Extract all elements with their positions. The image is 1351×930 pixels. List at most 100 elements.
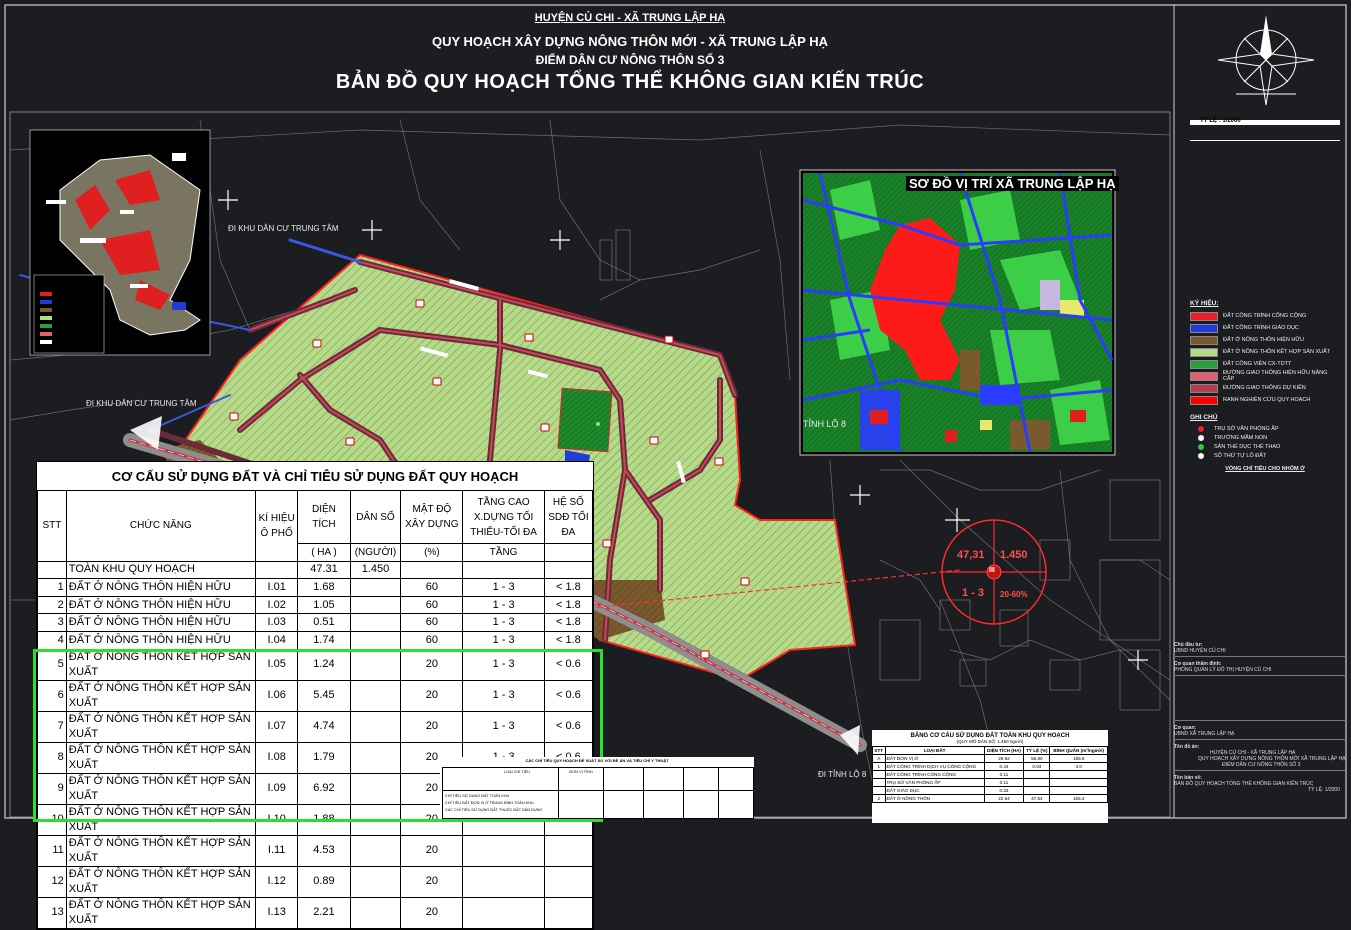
cell-area: 1.79 — [297, 741, 351, 774]
cell-floors: 1 - 3 — [462, 710, 545, 743]
legend-note-marker — [1198, 434, 1204, 441]
circle-floors: 1 - 3 — [962, 587, 985, 599]
cell-stt: 5 — [37, 648, 67, 681]
col-function: CHỨC NĂNG — [65, 490, 256, 562]
scale-label: TỶ LỆ : 1/2000 — [1200, 118, 1241, 124]
cell-floors: 1 - 3 — [462, 578, 545, 597]
inset-title: SƠ ĐỒ VỊ TRÍ XÃ TRUNG LẬP HẠ — [906, 176, 1119, 191]
right-table-cell: 185.6 — [1049, 754, 1108, 763]
cell-stt: 12 — [37, 865, 67, 898]
right-table-cell: ĐẤT GIÁO DỤC — [884, 786, 985, 795]
right-table-cell: 26.92 — [983, 754, 1025, 763]
cell-area: 1.74 — [297, 630, 351, 650]
right-table-cell: 2 — [872, 794, 886, 803]
table-row: 3 ĐẤT Ở NÔNG THÔN HIỆN HỮU I.03 0.51 60 1 - 3… — [37, 613, 594, 632]
table-caption: CƠ CẤU SỬ DỤNG ĐẤT VÀ CHỈ TIÊU SỬ DỤNG Đ… — [37, 462, 593, 491]
cell-stt: 10 — [37, 803, 67, 836]
cell-area: 1.05 — [297, 595, 351, 615]
cell-density: 20 — [400, 679, 464, 712]
col-floors: TẦNG CAO X.DỰNG TỐI THIỂU-TỐI ĐA — [462, 490, 545, 544]
cell-area: 5.45 — [297, 679, 351, 712]
overall-land-use-table: BẢNG CƠ CẤU SỬ DỤNG ĐẤT TOÀN KHU QUY HOẠ… — [872, 730, 1108, 823]
indicator-comparison-table: CÁC CHỈ TIÊU QUY HOẠCH ĐỀ XUẤT SO VỚI ĐỀ… — [440, 757, 754, 819]
cell-code: I.07 — [254, 710, 299, 743]
legend-note: SÂN THỂ DỤC THỂ THAO — [1190, 442, 1340, 451]
cell-floors: 1 - 3 — [462, 679, 545, 712]
cell-code: I.05 — [254, 648, 299, 681]
legend-label: ĐẤT Ở NÔNG THÔN KẾT HỢP SẢN XUẤT — [1223, 349, 1331, 355]
cell-floors — [462, 896, 545, 929]
settlement-line: ĐIỂM DÂN CƯ NÔNG THÔN SỐ 3 — [535, 53, 725, 67]
cell-far: < 0.6 — [543, 710, 594, 743]
total-name: TOÀN KHU QUY HOẠCH — [65, 560, 256, 580]
col-area: DIỆN TÍCH — [297, 490, 351, 544]
right-table-subcaption: (QUY MÔ DÂN SỐ: 1.450 người) — [956, 739, 1024, 744]
cell-density: 60 — [400, 595, 464, 615]
right-table-cell — [1023, 778, 1051, 787]
legend-swatch — [1190, 311, 1218, 321]
project-line-3: ĐIỂM DÂN CƯ NÔNG THÔN SỐ 3 — [1222, 762, 1301, 768]
indicator-note: VÒNG CHỈ TIÊU CHO NHÓM Ở — [1225, 466, 1305, 472]
legend-label: ĐẤT Ở NÔNG THÔN HIỆN HỮU — [1223, 337, 1305, 343]
table-row: 11 ĐẤT Ở NÔNG THÔN KẾT HỢP SẢN XUẤT I.11 4.… — [37, 834, 594, 867]
cell-name: ĐẤT Ở NÔNG THÔN KẾT HỢP SẢN XUẤT — [65, 710, 256, 743]
cell-density: 20 — [400, 896, 464, 929]
right-table-header: STT — [872, 746, 886, 755]
cell-stt: 1 — [37, 578, 67, 597]
legend-label: ĐẤT CÔNG TRÌNH CÔNG CỘNG — [1223, 313, 1307, 319]
legend-swatch — [1190, 395, 1218, 405]
cell-stt: 2 — [37, 595, 67, 615]
sheet-scale: TỶ LỆ: 1/2000 — [1308, 787, 1340, 793]
cell-far: < 0.6 — [543, 648, 594, 681]
legend-note-label: SỐ THỨ TỰ LÔ ĐẤT — [1214, 452, 1267, 459]
col-pop: DÂN SỐ — [349, 490, 402, 544]
right-table-header: DIỆN TÍCH (HA) — [983, 746, 1025, 755]
approval: PHÒNG QUẢN LÝ ĐÔ THỊ HUYỆN CỦ CHI — [1174, 667, 1272, 673]
right-table-row: ĐẤT CÔNG TRÌNH CÔNG CỘNG 0.11 — [872, 770, 1108, 779]
right-table-row: ĐẤT GIÁO DỤC 0.33 — [872, 786, 1108, 795]
cell-far: < 1.8 — [543, 595, 594, 615]
table-row: 2 ĐẤT Ở NÔNG THÔN HIỆN HỮU I.02 1.05 60 1 - 3… — [37, 595, 594, 615]
cell-far — [543, 896, 594, 929]
cell-area: 4.74 — [297, 710, 351, 743]
col-floors-unit: TẦNG — [462, 543, 545, 562]
cell-name: ĐẤT Ở NÔNG THÔN KẾT HỢP SẢN XUẤT — [65, 803, 256, 836]
table-row: 7 ĐẤT Ở NÔNG THÔN KẾT HỢP SẢN XUẤT I.07 4.7… — [37, 710, 594, 743]
col-stt: STT — [37, 490, 67, 562]
legend-note: SỐ THỨ TỰ LÔ ĐẤT — [1190, 451, 1340, 460]
cell-stt: 13 — [37, 896, 67, 929]
map-title: BẢN ĐỒ QUY HOẠCH TỔNG THỂ KHÔNG GIAN KIẾ… — [335, 71, 925, 93]
right-table-row: A ĐẤT ĐƠN VỊ Ở 26.92 56.90 185.6 — [872, 754, 1108, 763]
cell-code: I.02 — [254, 595, 299, 615]
cell-area: 4.53 — [297, 834, 351, 867]
right-table-cell — [872, 778, 886, 787]
cell-name: ĐẤT Ở NÔNG THÔN KẾT HỢP SẢN XUẤT — [65, 834, 256, 867]
label-to-center-top: ĐI KHU DÂN CƯ TRUNG TÂM — [228, 224, 339, 233]
legend-item: ĐẤT CÔNG TRÌNH GIÁO DỤC — [1190, 322, 1340, 334]
cell-density: 20 — [400, 648, 464, 681]
legend-item: ĐẤT CÔNG VIÊN CX-TDTT — [1190, 358, 1340, 370]
land-use-table: CƠ CẤU SỬ DỤNG ĐẤT VÀ CHỈ TIÊU SỬ DỤNG Đ… — [36, 461, 594, 930]
mini-table-caption: CÁC CHỈ TIÊU QUY HOẠCH ĐỀ XUẤT SO VỚI ĐỀ… — [525, 758, 669, 763]
circle-density: 20-60% — [1000, 590, 1028, 599]
table-row: 5 ĐẤT Ở NÔNG THÔN KẾT HỢP SẢN XUẤT I.05 1.2… — [37, 648, 594, 681]
right-table-cell: 1 — [872, 762, 886, 771]
legend-note-marker — [1198, 443, 1204, 450]
legend-label: ĐƯỜNG GIAO THÔNG HIỆN HỮU NÂNG CẤP — [1222, 370, 1328, 382]
cell-name: ĐẤT Ở NÔNG THÔN HIỆN HỮU — [65, 578, 256, 597]
right-table-cell: 56.90 — [1023, 754, 1051, 763]
cell-name: ĐẤT Ở NÔNG THÔN KẾT HỢP SẢN XUẤT — [65, 648, 256, 681]
title-info-block: Chủ đầu tư: UBND HUYỆN CỦ CHI Cơ quan th… — [1174, 638, 1346, 823]
table-row: 12 ĐẤT Ở NÔNG THÔN KẾT HỢP SẢN XUẤT I.12 0.… — [37, 865, 594, 898]
right-table-header: TỶ LỆ (%) — [1023, 746, 1051, 755]
cell-code: I.03 — [254, 613, 299, 632]
right-table-row: 2 ĐẤT Ở NÔNG THÔN 22.54 47.64 155.4 — [872, 794, 1108, 803]
legend-item: ĐẤT Ở NÔNG THÔN HIỆN HỮU — [1190, 334, 1340, 346]
right-table-cell: 0.11 — [983, 770, 1025, 779]
right-table-cell — [1049, 778, 1108, 787]
legend-note-marker — [1198, 452, 1204, 459]
col-density-unit: (%) — [400, 543, 464, 562]
cell-name: ĐẤT Ở NÔNG THÔN KẾT HỢP SẢN XUẤT — [65, 896, 256, 929]
right-table-cell: ĐẤT Ở NÔNG THÔN — [884, 794, 985, 803]
right-table-cell: ĐẤT CÔNG TRÌNH CÔNG CỘNG — [884, 770, 985, 779]
